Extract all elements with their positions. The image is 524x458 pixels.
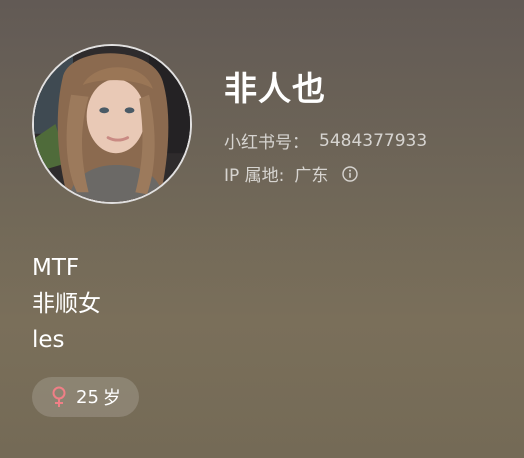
age-value: 25: [76, 386, 99, 408]
avatar-image: [34, 46, 190, 202]
ip-location-row: IP 属地: 广东: [224, 161, 359, 186]
female-symbol-icon: [50, 386, 68, 408]
bio-line: les: [32, 327, 65, 353]
avatar[interactable]: [32, 44, 192, 204]
bio: MTF 非顺女 les: [32, 250, 101, 358]
profile-header: 非人也 小红书号： 5484377933 IP 属地: 广东 MTF 非顺女 l…: [0, 0, 524, 458]
ip-location-value: 广东: [294, 166, 329, 186]
bio-line: 非顺女: [32, 291, 101, 317]
account-id-row: 小红书号： 5484377933: [224, 128, 427, 154]
account-id-label: 小红书号：: [224, 133, 309, 153]
gender-age-tag[interactable]: 25 岁: [32, 377, 139, 417]
nickname: 非人也: [224, 69, 326, 108]
age-unit: 岁: [102, 388, 121, 409]
account-id-value[interactable]: 5484377933: [319, 131, 427, 151]
bio-line: MTF: [32, 255, 80, 281]
info-circle-icon[interactable]: [342, 165, 359, 182]
ip-location-label: IP 属地:: [224, 166, 285, 186]
